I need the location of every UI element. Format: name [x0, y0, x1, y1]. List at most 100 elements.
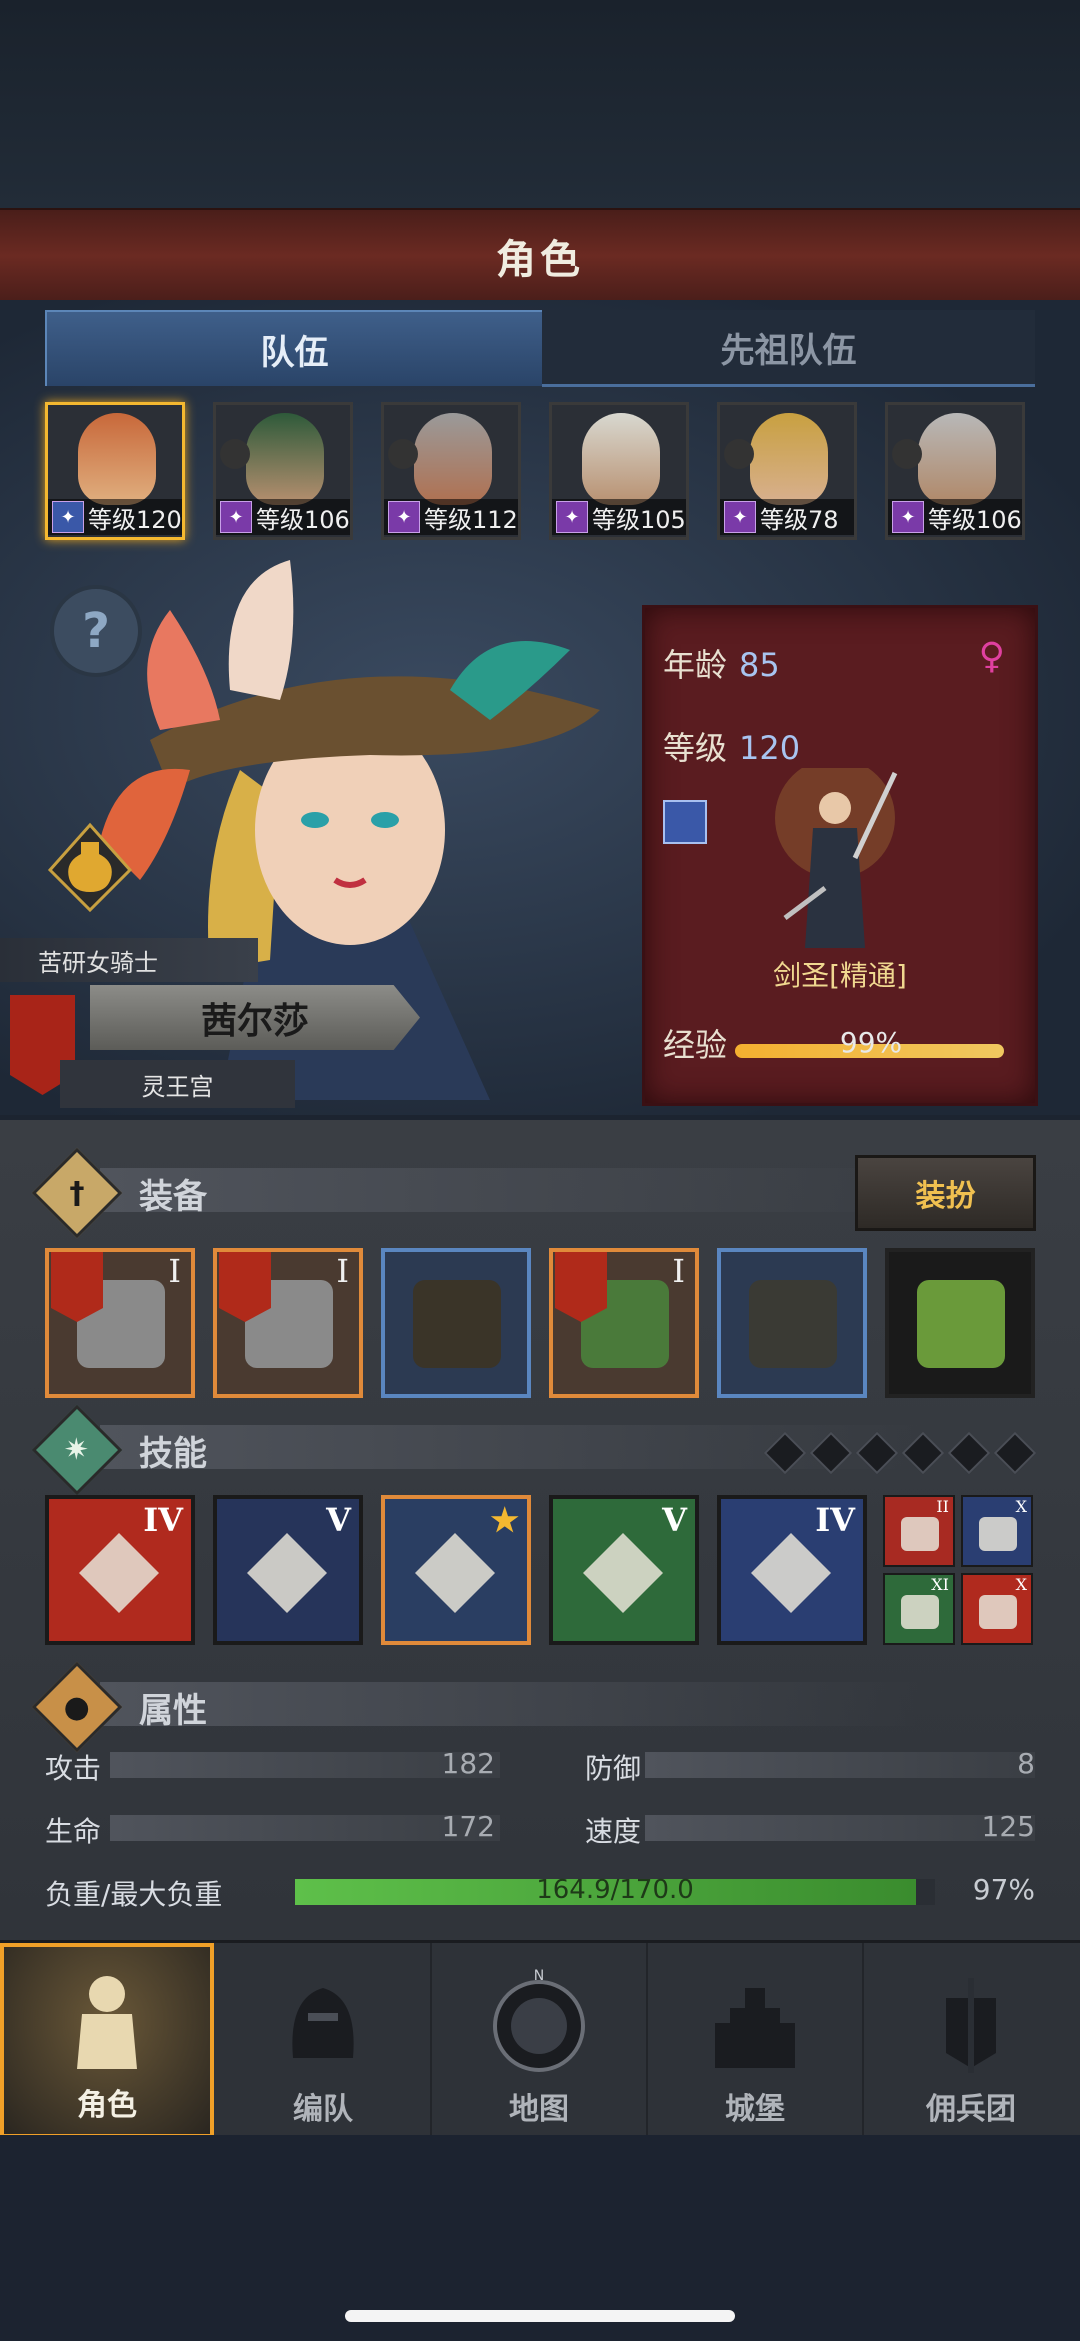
hp-label: 生命: [45, 1815, 102, 1848]
staff-class-icon: ✦: [724, 501, 756, 533]
age-value: 85: [739, 646, 780, 684]
nav-castle[interactable]: 城堡: [648, 1943, 864, 2138]
star-section-icon: ✷: [31, 1404, 123, 1496]
nav-mercenaries[interactable]: 佣兵团: [864, 1943, 1078, 2138]
passive-skill-slot[interactable]: XI: [883, 1573, 955, 1645]
burst-skill-icon: [247, 1533, 327, 1613]
hero-faction: 灵王宫: [60, 1060, 295, 1108]
skill-slot[interactable]: V: [549, 1495, 699, 1645]
crystal-skill-icon: [751, 1533, 831, 1613]
equipment-slot[interactable]: [381, 1248, 531, 1398]
tab-party[interactable]: 队伍: [45, 310, 544, 386]
dagger-section-icon: †: [31, 1147, 123, 1239]
skills-header: ✷ 技能: [31, 1404, 207, 1496]
nav-character[interactable]: 角色: [0, 1943, 214, 2138]
equipment-slot[interactable]: I: [549, 1248, 699, 1398]
top-background: [0, 0, 1080, 210]
equipment-title: 装备: [139, 1176, 207, 1217]
equipment-rank: I: [672, 1252, 685, 1290]
equipment-header-bar: [100, 1168, 920, 1212]
equipment-slot[interactable]: I: [213, 1248, 363, 1398]
fruit-icon: [917, 1280, 1005, 1368]
dumbbell-icon: [901, 1517, 939, 1551]
hood-icon: [413, 1280, 501, 1368]
speed-value: 125: [981, 1810, 1035, 1843]
equipment-slot[interactable]: [885, 1248, 1035, 1398]
skill-slot[interactable]: ★: [381, 1495, 531, 1645]
age-row: 年龄 85: [663, 640, 780, 686]
home-indicator[interactable]: [345, 2310, 735, 2322]
defense-label: 防御: [585, 1752, 642, 1785]
party-member-6[interactable]: ✦ 等级106: [885, 402, 1025, 540]
party-level: ✦ 等级112: [384, 499, 518, 535]
female-gender-icon: ♀: [978, 636, 1005, 677]
lock-icon: [220, 439, 250, 469]
boots-icon: [749, 1280, 837, 1368]
load-label: 负重/最大负重: [45, 1878, 223, 1911]
skill-rank: V: [662, 1501, 687, 1539]
lock-icon: [724, 439, 754, 469]
staff-class-icon: ✦: [556, 501, 588, 533]
exp-percent: 99%: [839, 1026, 903, 1059]
nav-map[interactable]: N 地图: [432, 1943, 648, 2138]
nav-formation[interactable]: 编队: [216, 1943, 432, 2138]
hero-info-card: 年龄 85 ♀ 等级 120 剑圣[精通] 经验 99%: [642, 605, 1038, 1106]
party-member-4[interactable]: ✦ 等级105: [549, 402, 689, 540]
faction-flag-icon: [219, 1252, 271, 1322]
exp-label: 经验: [663, 1026, 728, 1064]
equipment-slot[interactable]: [717, 1248, 867, 1398]
attack-value: 182: [441, 1747, 495, 1780]
equipment-rank: I: [168, 1252, 181, 1290]
attributes-title: 属性: [139, 1690, 207, 1731]
party-level: ✦ 等级120: [48, 499, 182, 535]
passive-skill-slot[interactable]: II: [883, 1495, 955, 1567]
skill-rank: V: [326, 1501, 351, 1539]
tab-ancestor-party[interactable]: 先祖队伍: [542, 310, 1035, 387]
speed-label: 速度: [585, 1815, 642, 1848]
equipment-header: † 装备: [31, 1147, 207, 1239]
skill-slot[interactable]: IV: [45, 1495, 195, 1645]
passive-skill-slot[interactable]: X: [961, 1495, 1033, 1567]
load-value: 164.9/170.0: [536, 1875, 694, 1905]
blade-skill-icon: [415, 1533, 495, 1613]
passive-skill-slot[interactable]: X: [961, 1573, 1033, 1645]
claw-icon: [901, 1595, 939, 1629]
party-member-1[interactable]: ✦ 等级120: [45, 402, 185, 540]
person-section-icon: ●: [31, 1661, 123, 1753]
lock-icon: [892, 439, 922, 469]
skill-rank: IV: [815, 1501, 855, 1539]
sword-class-icon: ✦: [52, 501, 84, 533]
load-percent: 97%: [972, 1873, 1035, 1906]
party-member-5[interactable]: ✦ 等级78: [717, 402, 857, 540]
party-member-3[interactable]: ✦ 等级112: [381, 402, 521, 540]
castle-icon: [715, 1988, 795, 2068]
wind-icon: [979, 1517, 1017, 1551]
party-level: ✦ 等级105: [552, 499, 686, 535]
skill-slot[interactable]: V: [213, 1495, 363, 1645]
knight-icon: [77, 1976, 137, 2069]
potion-flask-icon[interactable]: [45, 820, 135, 915]
attributes-header: ● 属性: [31, 1661, 207, 1753]
party-member-2[interactable]: ✦ 等级106: [213, 402, 353, 540]
skill-rank: ★: [490, 1501, 519, 1539]
compass-north-label: N: [534, 1968, 544, 1984]
portrait-face: [582, 413, 660, 505]
title-bar: 角色: [0, 208, 1080, 305]
equipment-rank: I: [336, 1252, 349, 1290]
compass-map-icon: N: [493, 1968, 585, 2072]
dress-up-button[interactable]: 装扮: [855, 1155, 1036, 1231]
skill-slot[interactable]: IV: [717, 1495, 867, 1645]
level-value: 120: [739, 729, 801, 767]
banner-sword-icon: [946, 1978, 996, 2073]
page-title: 角色: [496, 237, 584, 283]
lock-icon: [388, 439, 418, 469]
party-level: ✦ 等级78: [720, 499, 854, 535]
sword-class-icon: [663, 800, 707, 844]
defense-value: 8: [1017, 1747, 1035, 1780]
portrait-face: [246, 413, 324, 505]
equipment-slot[interactable]: I: [45, 1248, 195, 1398]
skill-rank: XI: [931, 1575, 949, 1594]
staff-class-icon: ✦: [388, 501, 420, 533]
load-bar: 164.9/170.0: [295, 1875, 935, 1905]
level-label: 等级: [663, 729, 728, 767]
